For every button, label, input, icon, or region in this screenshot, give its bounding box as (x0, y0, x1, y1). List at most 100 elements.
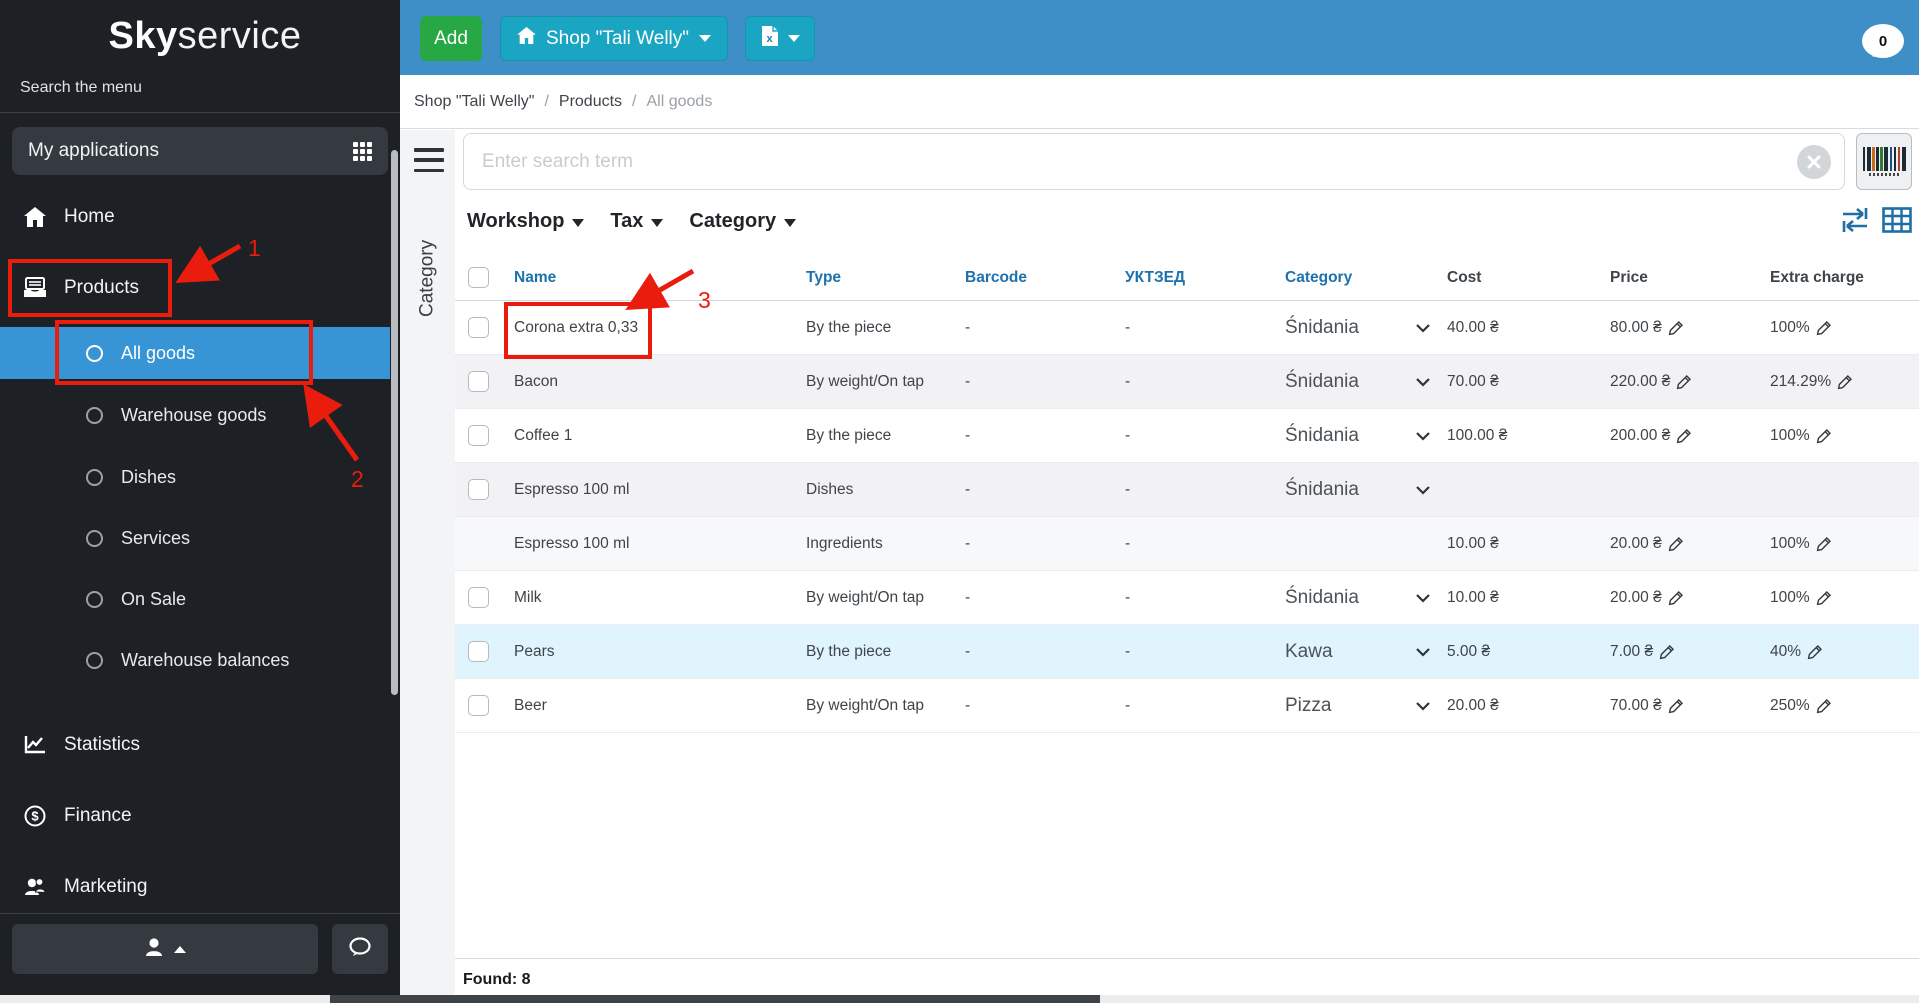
edit-extra-icon[interactable] (1837, 374, 1853, 390)
category-dropdown[interactable]: Pizza (1285, 679, 1447, 732)
cell-cost: 40.00 ₴ (1447, 318, 1499, 336)
search-input[interactable] (463, 133, 1845, 190)
header-name[interactable]: Name (514, 255, 806, 300)
add-button[interactable]: Add (420, 16, 482, 61)
cell-uktzed: - (1125, 318, 1131, 336)
sidebar-item-marketing[interactable]: Marketing (0, 863, 390, 911)
menu-search-input[interactable] (20, 74, 360, 102)
sidebar-item-finance[interactable]: $ Finance (0, 792, 390, 840)
row-checkbox[interactable] (468, 695, 489, 716)
sidebar-item-statistics[interactable]: Statistics (0, 721, 390, 769)
row-checkbox[interactable] (468, 479, 489, 500)
header-type[interactable]: Type (806, 255, 965, 300)
edit-extra-icon[interactable] (1816, 536, 1832, 552)
shop-selector-label: Shop "Tali Welly" (545, 27, 690, 49)
category-dropdown[interactable]: Śnidania (1285, 409, 1447, 462)
edit-extra-icon[interactable] (1807, 644, 1823, 660)
category-dropdown[interactable]: Śnidania (1285, 301, 1447, 354)
edit-extra-icon[interactable] (1816, 428, 1832, 444)
horizontal-scrollbar-thumb[interactable] (330, 995, 1100, 1003)
clear-search-icon[interactable] (1797, 145, 1831, 179)
cell-uktzed: - (1125, 426, 1131, 444)
my-applications-label: My applications (28, 140, 159, 161)
edit-price-icon[interactable] (1676, 374, 1692, 390)
table-row[interactable]: Corona extra 0,33 By the piece - - Śnida… (455, 301, 1919, 355)
header-category[interactable]: Category (1285, 255, 1447, 300)
header-uktzed[interactable]: УКТЗЕД (1125, 255, 1285, 300)
sidebar-item-home[interactable]: Home (0, 193, 390, 241)
sidebar-item-warehouse-goods[interactable]: Warehouse goods (0, 389, 390, 441)
statistics-icon (22, 735, 48, 755)
vertical-category-label[interactable]: Category (400, 198, 455, 358)
svg-text:$: $ (31, 809, 39, 824)
sidebar-item-all-goods[interactable]: All goods (0, 327, 390, 379)
table-row[interactable]: Bacon By weight/On tap - - Śnidania 70.0… (455, 355, 1919, 409)
table-row[interactable]: Beer By weight/On tap - - Pizza 20.00 ₴ … (455, 679, 1919, 733)
table-row[interactable]: Coffee 1 By the piece - - Śnidania 100.0… (455, 409, 1919, 463)
shop-selector-button[interactable]: Shop "Tali Welly" (500, 16, 728, 61)
row-checkbox[interactable] (468, 371, 489, 392)
table-row[interactable]: Milk By weight/On tap - - Śnidania 10.00… (455, 571, 1919, 625)
sidebar-item-products[interactable]: Products (0, 264, 390, 312)
edit-price-icon[interactable] (1668, 590, 1684, 606)
results-count: Found: 8 (455, 958, 1919, 995)
row-checkbox[interactable] (468, 425, 489, 446)
products-icon (22, 277, 48, 299)
cell-name: Bacon (514, 372, 558, 390)
cell-extra: 100% (1770, 318, 1810, 336)
row-checkbox[interactable] (468, 587, 489, 608)
breadcrumb-products[interactable]: Products (559, 93, 622, 111)
barcode-scan-button[interactable] (1856, 133, 1912, 190)
edit-price-icon[interactable] (1668, 320, 1684, 336)
category-dropdown[interactable]: Kawa (1285, 625, 1447, 678)
export-excel-button[interactable]: x (745, 16, 815, 61)
cell-name: Espresso 100 ml (514, 534, 630, 552)
edit-extra-icon[interactable] (1816, 590, 1832, 606)
sidebar-scrollbar[interactable] (391, 150, 398, 695)
user-menu-button[interactable] (12, 924, 318, 974)
cell-cost: 5.00 ₴ (1447, 642, 1491, 660)
chat-counter-bubble[interactable]: 0 (1862, 24, 1904, 58)
sidebar-item-services[interactable]: Services (0, 512, 390, 564)
table-columns-icon[interactable] (1880, 204, 1914, 236)
cell-extra: 100% (1770, 426, 1810, 444)
table-row[interactable]: Pears By the piece - - Kawa 5.00 ₴ 7.00 … (455, 625, 1919, 679)
transfer-columns-icon[interactable] (1838, 204, 1872, 236)
edit-price-icon[interactable] (1668, 698, 1684, 714)
header-barcode[interactable]: Barcode (965, 255, 1125, 300)
my-applications-button[interactable]: My applications (12, 127, 388, 175)
sidebar-item-label: Warehouse goods (121, 404, 267, 425)
cell-extra: 40% (1770, 642, 1802, 660)
edit-extra-icon[interactable] (1816, 320, 1832, 336)
sidebar-item-warehouse-balances[interactable]: Warehouse balances (0, 634, 390, 686)
marketing-icon (22, 877, 48, 897)
edit-extra-icon[interactable] (1816, 698, 1832, 714)
sidebar-item-dishes[interactable]: Dishes (0, 451, 390, 503)
edit-price-icon[interactable] (1668, 536, 1684, 552)
cell-category: Śnidania (1285, 478, 1359, 500)
category-filter[interactable]: Category (689, 210, 797, 233)
excel-file-icon: x (761, 25, 779, 52)
menu-toggle-icon[interactable] (414, 148, 444, 172)
row-checkbox[interactable] (468, 641, 489, 662)
category-dropdown[interactable]: Śnidania (1285, 463, 1447, 516)
tax-filter-label: Tax (610, 209, 644, 232)
select-all-checkbox[interactable] (468, 267, 489, 288)
table-row[interactable]: Espresso 100 ml Dishes - - Śnidania (455, 463, 1919, 517)
category-dropdown[interactable]: Śnidania (1285, 355, 1447, 408)
radio-circle-icon (86, 406, 103, 424)
chat-button[interactable] (332, 924, 388, 974)
table-row[interactable]: Espresso 100 ml Ingredients - - 10.00 ₴ … (455, 517, 1919, 571)
header-cost: Cost (1447, 268, 1482, 286)
tax-filter[interactable]: Tax (610, 209, 664, 233)
cell-price: 7.00 ₴ (1610, 642, 1654, 660)
workshop-filter[interactable]: Workshop (467, 210, 585, 233)
cell-uktzed: - (1125, 696, 1131, 714)
breadcrumb-shop[interactable]: Shop "Tali Welly" (414, 93, 534, 111)
radio-circle-icon (86, 651, 103, 669)
edit-price-icon[interactable] (1676, 428, 1692, 444)
sidebar-item-on-sale[interactable]: On Sale (0, 573, 390, 625)
category-dropdown[interactable]: Śnidania (1285, 571, 1447, 624)
edit-price-icon[interactable] (1659, 644, 1675, 660)
row-checkbox[interactable] (468, 317, 489, 338)
